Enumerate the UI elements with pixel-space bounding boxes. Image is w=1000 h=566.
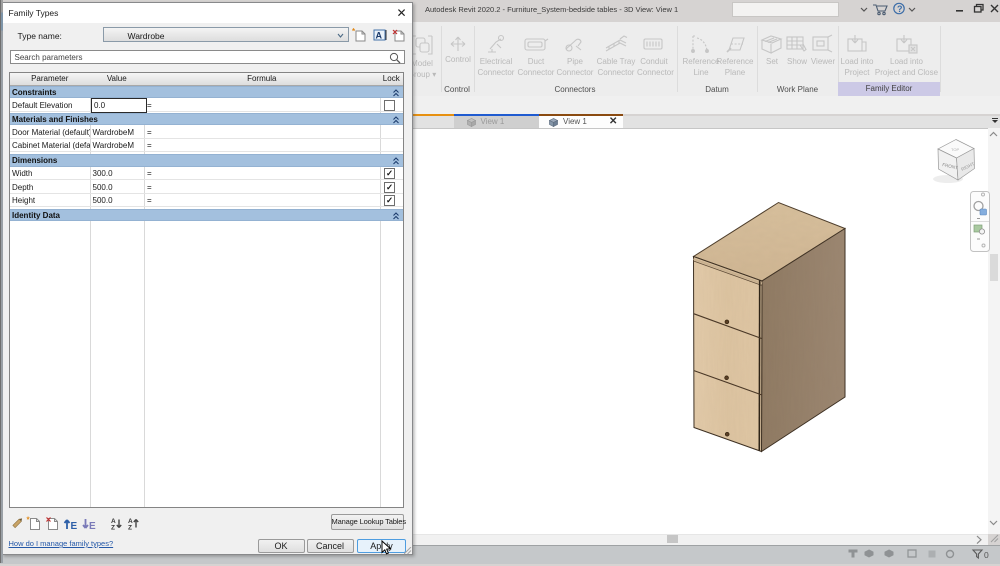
svg-text:*: * <box>352 27 356 36</box>
svg-text:E: E <box>89 521 96 531</box>
svg-text:Z: Z <box>128 524 132 531</box>
svg-text:?: ? <box>897 4 903 14</box>
svg-text:TOP: TOP <box>951 147 959 152</box>
svg-text:*: * <box>26 515 30 524</box>
svg-text:A: A <box>375 30 382 40</box>
svg-text:Z: Z <box>111 524 115 531</box>
svg-text:0: 0 <box>984 550 989 560</box>
svg-text:E: E <box>70 521 77 531</box>
